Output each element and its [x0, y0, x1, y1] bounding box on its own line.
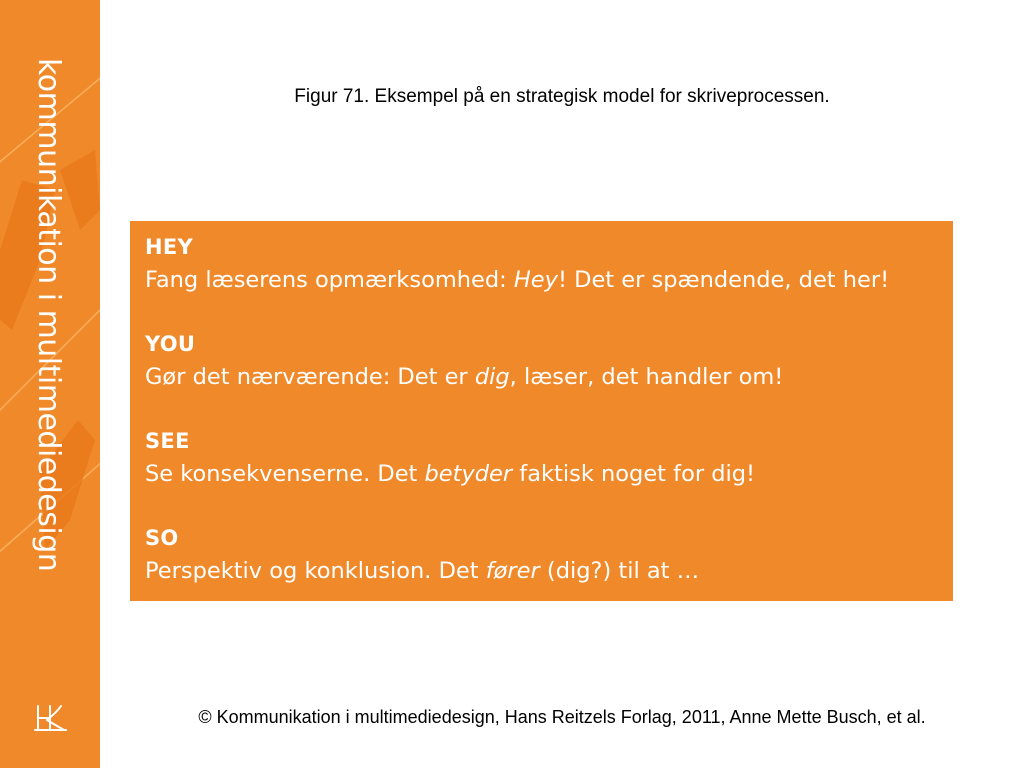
step-text-before: Se konsekvenserne. Det	[145, 461, 425, 487]
model-step-you: YOU Gør det nærværende: Det er dig, læse…	[145, 328, 953, 425]
step-description: Fang læserens opmærksomhed: Hey! Det er …	[145, 263, 953, 297]
step-heading: HEY	[145, 235, 194, 259]
model-step-so: SO Perspektiv og konklusion. Det fører (…	[145, 522, 953, 619]
step-text-after: ! Det er spændende, det her!	[557, 267, 890, 293]
sidebar: kommunikation i multimediedesign	[0, 0, 100, 768]
step-text-after: , læser, det handler om!	[509, 364, 784, 390]
writing-model-box: HEY Fang læserens opmærksomhed: Hey! Det…	[130, 221, 953, 601]
model-step-hey: HEY Fang læserens opmærksomhed: Hey! Det…	[145, 231, 953, 328]
model-step-see: SEE Se konsekvenserne. Det betyder fakti…	[145, 425, 953, 522]
step-text-before: Perspektiv og konklusion. Det	[145, 558, 486, 584]
step-text-before: Gør det nærværende: Det er	[145, 364, 475, 390]
step-text-emphasis: dig	[474, 364, 510, 390]
step-heading: SEE	[145, 429, 190, 453]
step-description: Gør det nærværende: Det er dig, læser, d…	[145, 360, 953, 394]
sidebar-title: kommunikation i multimediedesign	[31, 58, 66, 572]
step-description: Perspektiv og konklusion. Det fører (dig…	[145, 554, 953, 588]
step-text-emphasis: fører	[485, 558, 540, 584]
step-text-emphasis: betyder	[424, 461, 513, 487]
step-text-after: (dig?) til at …	[539, 558, 700, 584]
step-text-emphasis: Hey	[513, 267, 558, 293]
step-description: Se konsekvenserne. Det betyder faktisk n…	[145, 457, 953, 491]
publisher-logo	[34, 705, 67, 731]
step-text-before: Fang læserens opmærksomhed:	[145, 267, 514, 293]
figure-caption: Figur 71. Eksempel på en strategisk mode…	[294, 86, 830, 107]
step-heading: SO	[145, 526, 179, 550]
step-heading: YOU	[145, 332, 196, 356]
copyright-footer: © Kommunikation i multimediedesign, Hans…	[198, 707, 926, 727]
step-text-after: faktisk noget for dig!	[512, 461, 756, 487]
